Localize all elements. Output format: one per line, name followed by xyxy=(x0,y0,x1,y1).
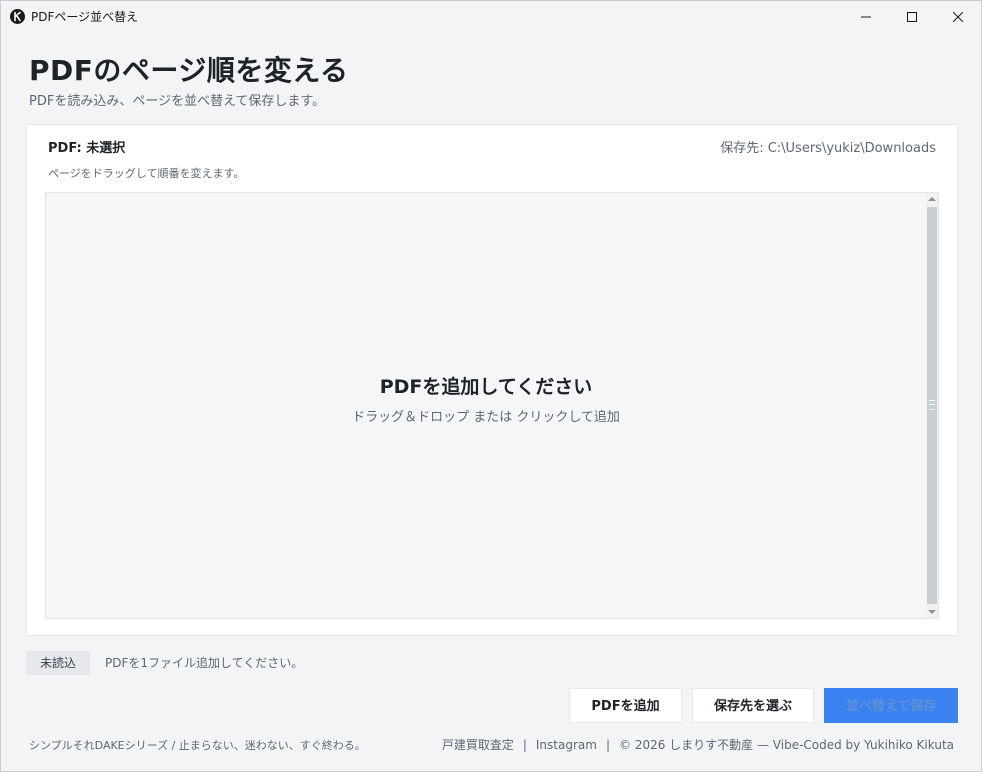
footer-credit: © 2026 しまりす不動産 — Vibe-Coded by Yukihiko … xyxy=(619,738,954,752)
status-badge: 未読込 xyxy=(26,651,90,675)
maximize-button[interactable] xyxy=(889,1,935,33)
scroll-down-button[interactable] xyxy=(926,606,938,618)
pdf-status-label: PDF: 未選択 xyxy=(48,141,126,156)
minimize-icon xyxy=(861,16,871,18)
footer-divider: | xyxy=(605,738,610,752)
scroll-up-button[interactable] xyxy=(926,193,938,205)
reorder-and-save-button[interactable]: 並べ替えて保存 xyxy=(824,688,958,723)
scroll-up-arrow-icon xyxy=(928,197,936,201)
page-title: PDFのページ順を変える xyxy=(29,54,349,87)
scroll-down-arrow-icon xyxy=(928,610,936,614)
save-path-label: 保存先: C:\Users\yukiz\Downloads xyxy=(720,141,936,156)
scrollbar-grip-icon xyxy=(929,400,935,410)
title-bar[interactable]: PDFページ並べ替え xyxy=(1,1,981,33)
footer-tagline: シンプルそれDAKEシリーズ / 止まらない、迷わない、すぐ終わる。 xyxy=(29,739,366,752)
window-title: PDFページ並べ替え xyxy=(31,10,139,24)
footer-link-instagram[interactable]: Instagram xyxy=(536,737,597,753)
footer-link-appraisal[interactable]: 戸建買取査定 xyxy=(442,737,514,753)
dropzone-subtitle: ドラッグ＆ドロップ または クリックして追加 xyxy=(352,410,620,425)
scrollbar-thumb[interactable] xyxy=(927,207,937,604)
close-button[interactable] xyxy=(935,1,981,33)
footer-divider: | xyxy=(522,738,527,752)
drag-hint: ページをドラッグして順番を変えます。 xyxy=(48,167,245,180)
page-subtitle: PDFを読み込み、ページを並べ替えて保存します。 xyxy=(29,94,326,109)
dropzone-title: PDFを追加してください xyxy=(379,376,593,398)
pdf-dropzone[interactable]: PDFを追加してください ドラッグ＆ドロップ または クリックして追加 xyxy=(45,192,939,619)
vertical-scrollbar[interactable] xyxy=(926,193,938,618)
status-message: PDFを1ファイル追加してください。 xyxy=(105,656,304,670)
minimize-button[interactable] xyxy=(843,1,889,33)
add-pdf-button[interactable]: PDFを追加 xyxy=(569,688,682,723)
close-icon xyxy=(953,12,963,22)
app-window: PDFページ並べ替え PDFのページ順を変える PDFを読み込み、ページを並べ替… xyxy=(0,0,982,772)
maximize-icon xyxy=(907,12,917,22)
choose-save-location-button[interactable]: 保存先を選ぶ xyxy=(692,688,814,723)
main-panel: PDF: 未選択 保存先: C:\Users\yukiz\Downloads ペ… xyxy=(26,124,958,636)
app-logo-icon xyxy=(10,9,25,24)
footer-links: 戸建買取査定 | Instagram | © 2026 しまりす不動産 — Vibe-C… xyxy=(442,737,954,753)
